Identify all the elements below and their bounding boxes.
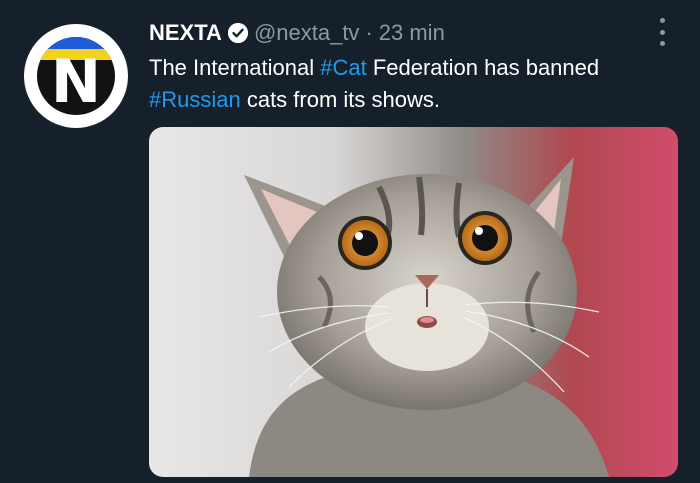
timestamp[interactable]: 23 min <box>379 20 445 46</box>
verified-badge-icon <box>227 23 248 43</box>
text-part: cats from its shows. <box>240 87 440 112</box>
nexta-logo-icon: N <box>37 37 115 115</box>
logo-letter: N <box>50 47 102 115</box>
separator-dot: · <box>365 20 373 45</box>
tweet-text: The International #Cat Federation has ba… <box>149 52 679 116</box>
text-part: Federation has banned <box>366 55 600 80</box>
avatar[interactable]: N <box>24 24 128 128</box>
hashtag-russian[interactable]: #Russian <box>149 87 241 112</box>
tweet-header: NEXTA @nexta_tv · 23 min <box>149 18 660 48</box>
hashtag-cat[interactable]: #Cat <box>320 55 366 80</box>
text-part: The International <box>149 55 321 80</box>
author-handle[interactable]: @nexta_tv <box>254 20 360 46</box>
cat-photo-icon <box>244 157 609 477</box>
tweet-image[interactable] <box>149 127 678 477</box>
more-options-icon[interactable] <box>658 18 666 46</box>
author-name[interactable]: NEXTA <box>149 20 222 46</box>
